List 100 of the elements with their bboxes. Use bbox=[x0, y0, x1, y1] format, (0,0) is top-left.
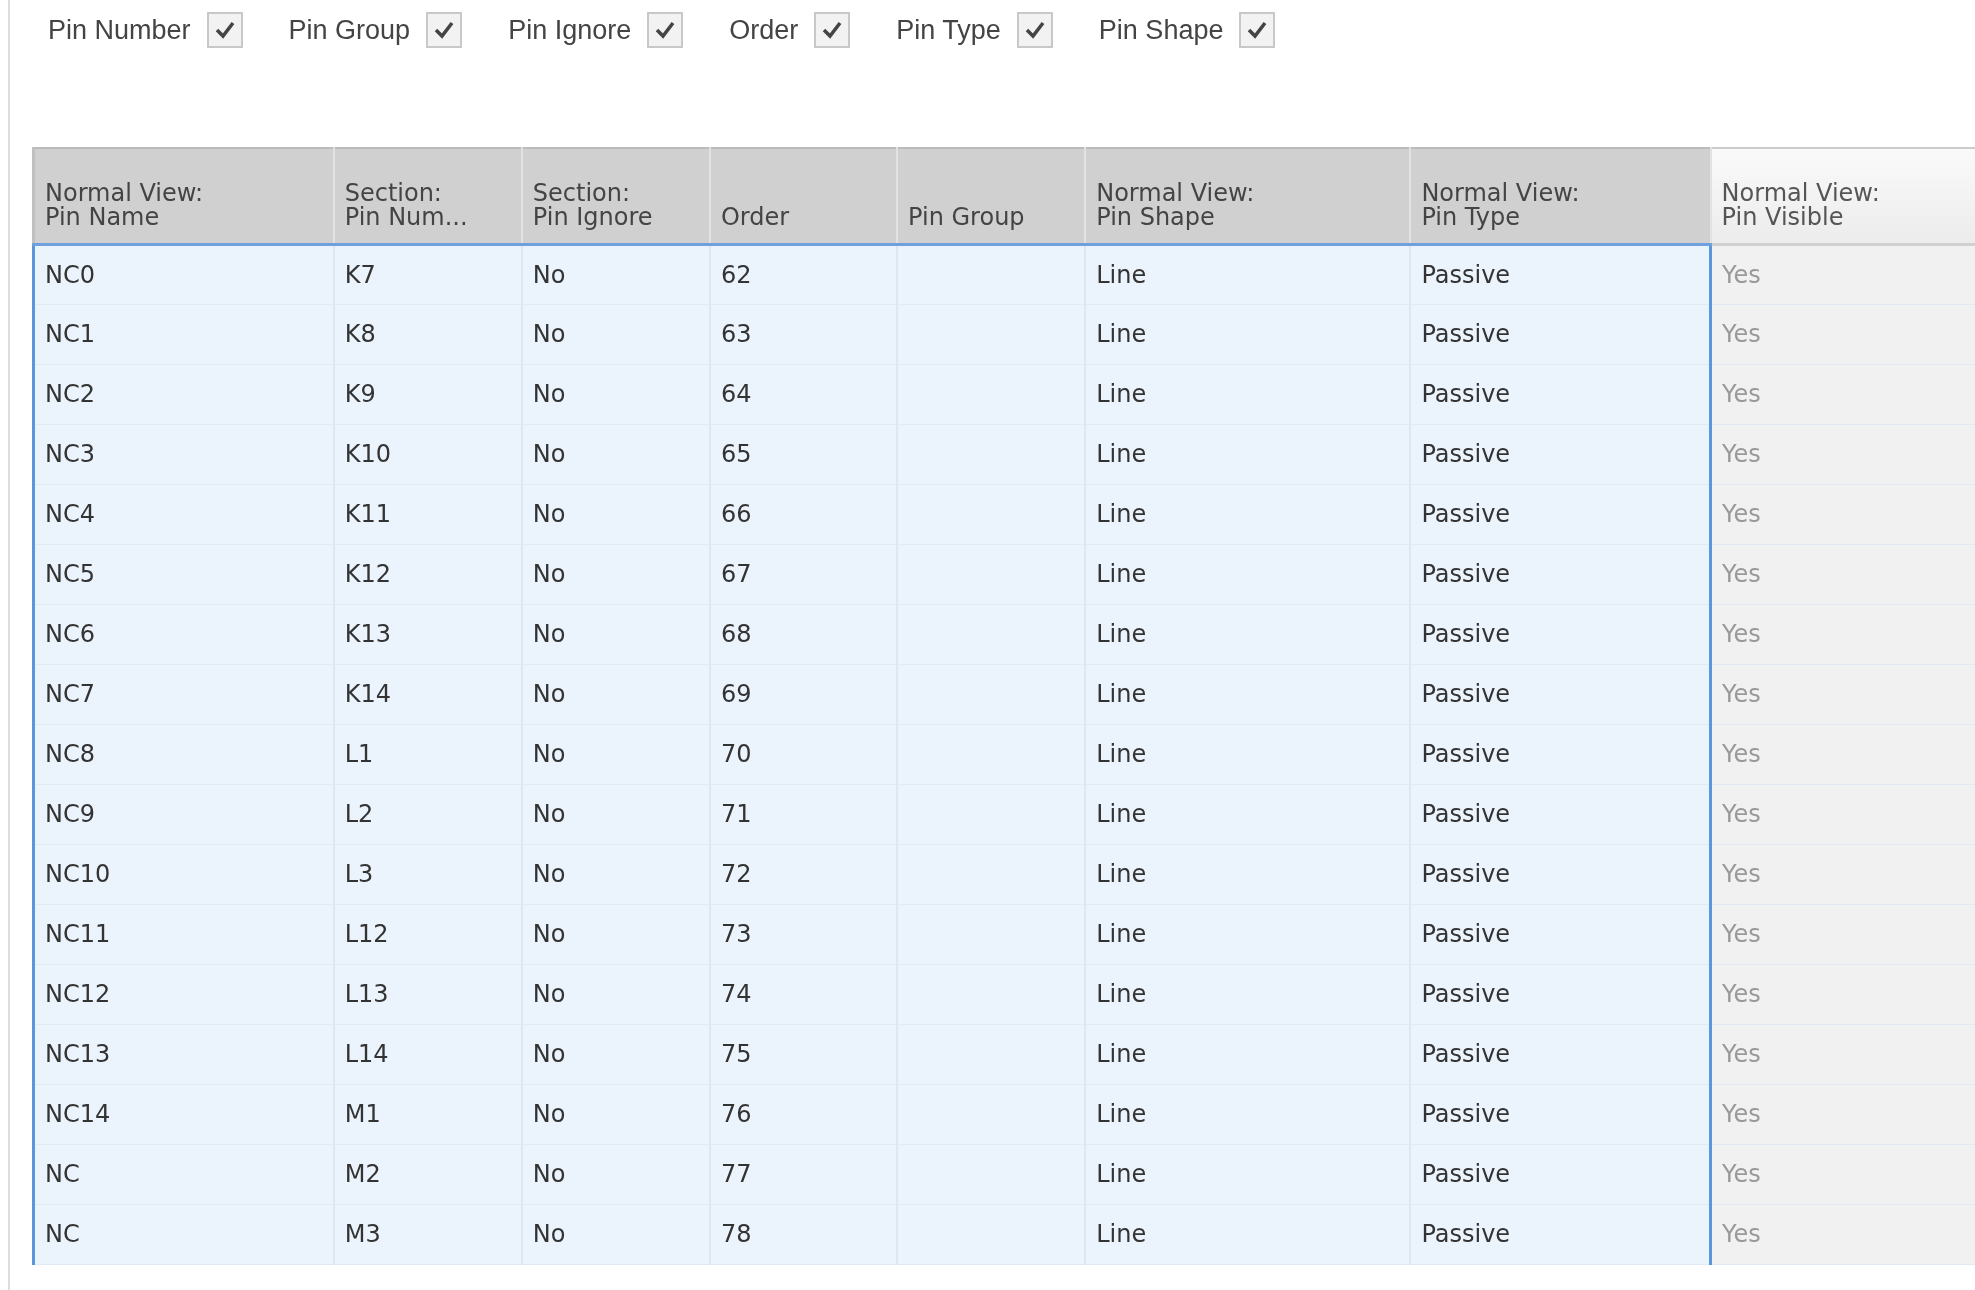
table-cell: L14 bbox=[344, 1040, 389, 1068]
table-cell: NC13 bbox=[45, 1040, 111, 1068]
table-cell: NC bbox=[45, 1160, 80, 1188]
table-cell: Passive bbox=[1421, 320, 1511, 348]
table-cell: No bbox=[532, 560, 566, 588]
table-cell: M2 bbox=[344, 1160, 381, 1188]
table-cell: Line bbox=[1096, 320, 1147, 348]
table-cell: Line bbox=[1096, 1100, 1147, 1128]
table-cell: Yes bbox=[1722, 500, 1761, 528]
column-header[interactable]: Section: Pin Num... bbox=[333, 148, 522, 244]
table-cell: Yes bbox=[1722, 320, 1761, 348]
table-cell: Line bbox=[1096, 260, 1147, 289]
table-cell: 68 bbox=[720, 620, 752, 648]
table-cell: 65 bbox=[720, 440, 752, 468]
table-cell: No bbox=[532, 320, 566, 348]
table-cell: Yes bbox=[1722, 1100, 1761, 1128]
table-cell: Yes bbox=[1722, 440, 1761, 468]
table-cell: Passive bbox=[1421, 1100, 1511, 1128]
table-cell: K7 bbox=[344, 260, 376, 289]
table-cell: M3 bbox=[344, 1220, 381, 1248]
table-cell: Passive bbox=[1421, 1040, 1511, 1068]
table-cell: No bbox=[532, 860, 566, 888]
checkbox-label: Pin Type bbox=[896, 14, 1001, 47]
table-cell: Yes bbox=[1722, 800, 1761, 828]
table-cell: Passive bbox=[1421, 440, 1511, 468]
table-cell: Passive bbox=[1421, 500, 1511, 528]
table-cell: 63 bbox=[720, 320, 752, 348]
table-cell: Passive bbox=[1421, 380, 1511, 408]
checkbox[interactable] bbox=[1239, 12, 1276, 49]
table-cell: No bbox=[532, 380, 566, 408]
column-header[interactable]: Pin Group bbox=[897, 148, 1086, 244]
table-cell: Passive bbox=[1421, 260, 1511, 289]
table-cell: Passive bbox=[1421, 680, 1511, 708]
table-cell: Passive bbox=[1421, 1220, 1511, 1248]
table-cell: K12 bbox=[344, 560, 391, 588]
table-cell: NC7 bbox=[45, 680, 95, 708]
table-cell: Line bbox=[1096, 800, 1147, 828]
table-cell: 71 bbox=[720, 800, 752, 828]
checkbox[interactable] bbox=[1016, 12, 1053, 49]
checkbox[interactable] bbox=[814, 12, 851, 49]
column-header[interactable]: Normal View: Pin Name bbox=[33, 148, 334, 244]
table-cell: No bbox=[532, 980, 566, 1008]
table-cell: Line bbox=[1096, 860, 1147, 888]
table-cell: No bbox=[532, 1220, 566, 1248]
checkbox[interactable] bbox=[647, 12, 684, 49]
table-cell: Line bbox=[1096, 380, 1147, 408]
table-cell: No bbox=[532, 1100, 566, 1128]
table-cell: Yes bbox=[1722, 380, 1761, 408]
table-cell: Line bbox=[1096, 920, 1147, 948]
table-cell: Passive bbox=[1421, 800, 1511, 828]
table-cell: Passive bbox=[1421, 860, 1511, 888]
column-header[interactable]: Section: Pin Ignore bbox=[521, 148, 710, 244]
table-cell: NC1 bbox=[45, 320, 95, 348]
table-cell: Yes bbox=[1722, 740, 1761, 768]
table-cell: No bbox=[532, 920, 566, 948]
table-cell: NC6 bbox=[45, 620, 95, 648]
table-cell: No bbox=[532, 1040, 566, 1068]
table-cell: K14 bbox=[344, 680, 391, 708]
table-cell: 70 bbox=[720, 740, 752, 768]
table-cell: Yes bbox=[1722, 920, 1761, 948]
table-cell: K8 bbox=[344, 320, 376, 348]
table-cell: K11 bbox=[344, 500, 391, 528]
checkbox-label: Pin Group bbox=[288, 14, 411, 47]
table-cell: 69 bbox=[720, 680, 752, 708]
table-cell: L2 bbox=[344, 800, 374, 828]
table-cell: M1 bbox=[344, 1100, 381, 1128]
table-cell: Passive bbox=[1421, 920, 1511, 948]
checkbox-label: Order bbox=[729, 14, 799, 47]
table-cell: 76 bbox=[720, 1100, 752, 1128]
table-cell: Yes bbox=[1722, 1160, 1761, 1188]
table-cell: No bbox=[532, 620, 566, 648]
table-cell: NC2 bbox=[45, 380, 95, 408]
table-cell: L1 bbox=[344, 740, 374, 768]
column-header[interactable]: Normal View: Pin Type bbox=[1410, 148, 1711, 244]
column-header[interactable]: Normal View: Pin Shape bbox=[1085, 148, 1411, 244]
table-cell: Passive bbox=[1421, 740, 1511, 768]
table-cell: L12 bbox=[344, 920, 389, 948]
column-header[interactable]: Order bbox=[709, 148, 898, 244]
table-cell: Line bbox=[1096, 980, 1147, 1008]
table-cell: Line bbox=[1096, 500, 1147, 528]
table-cell: No bbox=[532, 800, 566, 828]
table-cell: 64 bbox=[720, 380, 752, 408]
table-cell: Line bbox=[1096, 1220, 1147, 1248]
table-cell: Line bbox=[1096, 680, 1147, 708]
table-cell: NC12 bbox=[45, 980, 111, 1008]
table-cell: NC4 bbox=[45, 500, 95, 528]
checkbox[interactable] bbox=[206, 12, 243, 49]
table-cell: NC11 bbox=[45, 920, 111, 948]
table-cell: 62 bbox=[720, 260, 752, 289]
table-cell: No bbox=[532, 680, 566, 708]
table-cell: Yes bbox=[1722, 680, 1761, 708]
table-cell: Passive bbox=[1421, 980, 1511, 1008]
checkbox[interactable] bbox=[426, 12, 463, 49]
table-cell: NC8 bbox=[45, 740, 95, 768]
table-cell: Passive bbox=[1421, 620, 1511, 648]
table-cell: No bbox=[532, 260, 566, 289]
table-cell: 77 bbox=[720, 1160, 752, 1188]
table-cell: No bbox=[532, 440, 566, 468]
table-cell: Yes bbox=[1722, 620, 1761, 648]
table-cell: Line bbox=[1096, 440, 1147, 468]
